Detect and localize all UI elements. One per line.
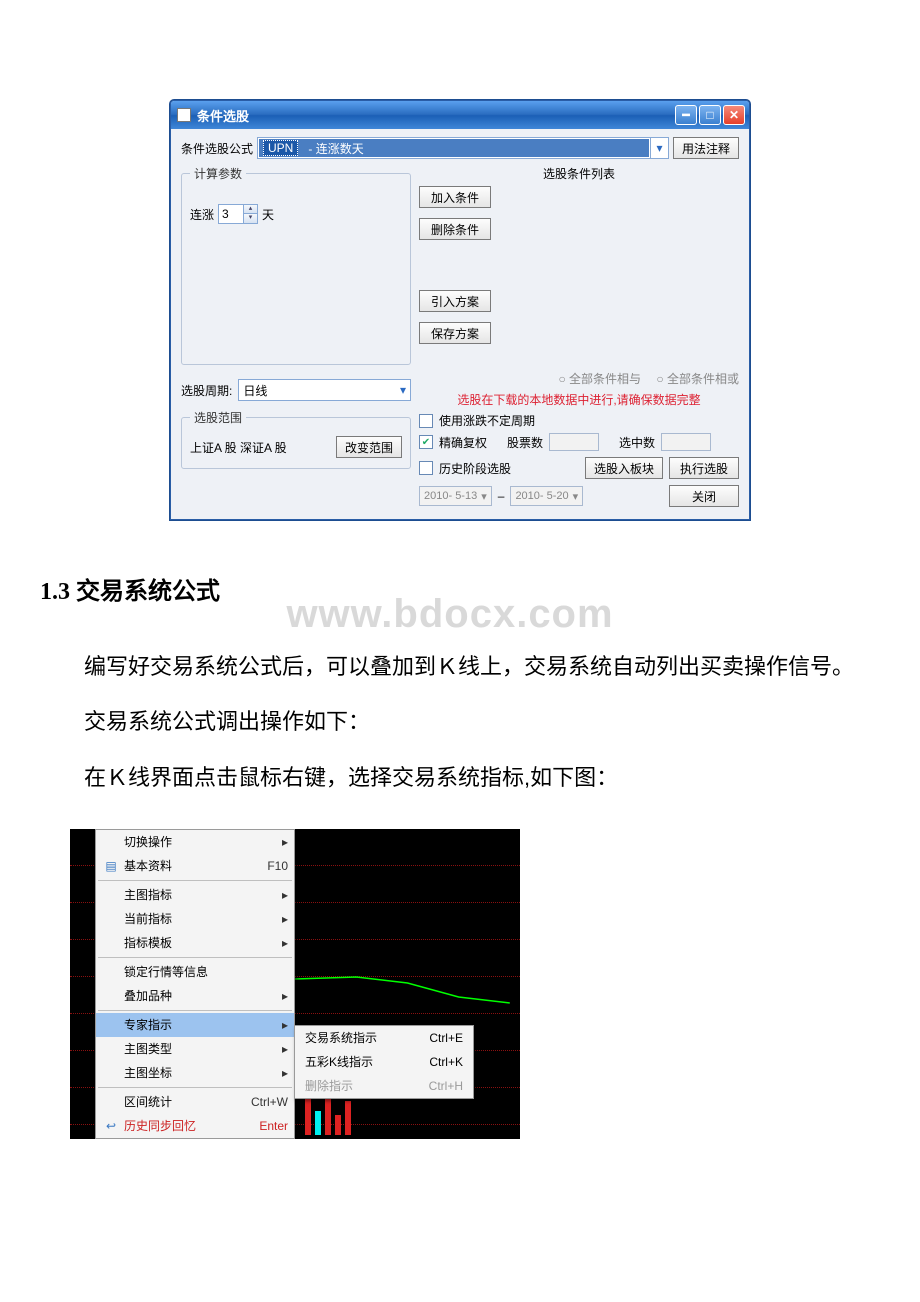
param-prefix: 连涨 xyxy=(190,206,214,223)
calc-params-legend: 计算参数 xyxy=(190,165,246,182)
change-range-button[interactable]: 改变范围 xyxy=(336,436,402,458)
submenu-item[interactable]: 交易系统指示Ctrl+E xyxy=(295,1026,473,1050)
usage-button[interactable]: 用法注释 xyxy=(673,137,739,159)
radio-or[interactable]: ○ 全部条件相或 xyxy=(656,372,739,386)
menu-item[interactable]: 主图坐标▸ xyxy=(96,1061,294,1085)
chevron-down-icon: ▾ xyxy=(573,490,579,503)
delete-condition-button[interactable]: 删除条件 xyxy=(419,218,491,240)
dialog-window: 条件选股 ━ □ ✕ 条件选股公式 UPN - 连涨数天 ▾ 用法注释 计算参数 xyxy=(170,100,750,520)
paragraph: 编写好交易系统公式后，可以叠加到Ｋ线上，交易系统自动列出买卖操作信号。 xyxy=(40,646,860,688)
selected-label: 选中数 xyxy=(619,434,655,451)
cycle-label: 使用涨跌不定周期 xyxy=(439,412,535,429)
menu-item[interactable]: ↩历史同步回忆Enter xyxy=(96,1114,294,1138)
menu-item[interactable]: 主图指标▸ xyxy=(96,883,294,907)
chevron-right-icon: ▸ xyxy=(274,1018,288,1032)
to-block-button[interactable]: 选股入板块 xyxy=(585,457,663,479)
menu-item[interactable]: 切换操作▸ xyxy=(96,830,294,854)
menu-item[interactable]: 主图类型▸ xyxy=(96,1037,294,1061)
import-plan-button[interactable]: 引入方案 xyxy=(419,290,491,312)
fuquan-label: 精确复权 xyxy=(439,434,487,451)
chevron-right-icon: ▸ xyxy=(274,1066,288,1080)
date-to[interactable]: 2010- 5-20▾ xyxy=(510,486,583,506)
submenu-item[interactable]: 五彩K线指示Ctrl+K xyxy=(295,1050,473,1074)
date-from[interactable]: 2010- 5-13▾ xyxy=(419,486,492,506)
formula-code: UPN xyxy=(263,140,298,156)
spin-up-icon[interactable]: ▴ xyxy=(243,205,257,214)
chevron-right-icon: ▸ xyxy=(274,1042,288,1056)
radio-and[interactable]: ○ 全部条件相与 xyxy=(558,372,641,386)
menu-item[interactable]: 指标模板▸ xyxy=(96,931,294,955)
condition-list-title: 选股条件列表 xyxy=(419,165,739,182)
menu-item[interactable]: 当前指标▸ xyxy=(96,907,294,931)
submenu-item: 删除指示Ctrl+H xyxy=(295,1074,473,1098)
window-title: 条件选股 xyxy=(197,106,675,125)
context-submenu[interactable]: 交易系统指示Ctrl+E五彩K线指示Ctrl+K删除指示Ctrl+H xyxy=(294,1025,474,1099)
days-input[interactable] xyxy=(219,207,243,221)
save-plan-button[interactable]: 保存方案 xyxy=(419,322,491,344)
execute-button[interactable]: 执行选股 xyxy=(669,457,739,479)
spin-down-icon[interactable]: ▾ xyxy=(243,214,257,223)
close-dialog-button[interactable]: 关闭 xyxy=(669,485,739,507)
stock-count-box xyxy=(549,433,599,451)
close-button[interactable]: ✕ xyxy=(723,105,745,125)
chevron-right-icon: ▸ xyxy=(274,989,288,1003)
param-suffix: 天 xyxy=(262,206,274,223)
minimize-button[interactable]: ━ xyxy=(675,105,697,125)
range-text: 上证A 股 深证A 股 xyxy=(190,439,287,456)
maximize-button[interactable]: □ xyxy=(699,105,721,125)
paragraph: 在Ｋ线界面点击鼠标右键，选择交易系统指标,如下图： xyxy=(40,757,860,799)
selected-box xyxy=(661,433,711,451)
chevron-right-icon: ▸ xyxy=(274,888,288,902)
stock-count-label: 股票数 xyxy=(507,434,543,451)
app-icon xyxy=(177,108,191,122)
cycle-checkbox[interactable] xyxy=(419,414,433,428)
formula-label: 条件选股公式 xyxy=(181,140,253,157)
menu-item[interactable]: 专家指示▸ xyxy=(96,1013,294,1037)
chevron-down-icon: ▾ xyxy=(481,490,487,503)
paragraph: 交易系统公式调出操作如下： xyxy=(40,701,860,743)
range-legend: 选股范围 xyxy=(190,409,246,426)
history-label: 历史阶段选股 xyxy=(439,460,511,477)
menu-item[interactable]: 叠加品种▸ xyxy=(96,984,294,1008)
days-spinner[interactable]: ▴ ▾ xyxy=(218,204,258,224)
chevron-down-icon[interactable]: ▾ xyxy=(650,138,668,158)
add-condition-button[interactable]: 加入条件 xyxy=(419,186,491,208)
context-menu[interactable]: 切换操作▸▤基本资料F10 主图指标▸当前指标▸指标模板▸ 锁定行情等信息叠加品种▸… xyxy=(95,829,295,1139)
chart-area: 切换操作▸▤基本资料F10 主图指标▸当前指标▸指标模板▸ 锁定行情等信息叠加品种▸… xyxy=(70,829,520,1139)
calc-params-group: 计算参数 连涨 ▴ ▾ 天 xyxy=(181,165,411,365)
history-checkbox[interactable] xyxy=(419,461,433,475)
formula-combo[interactable]: UPN - 连涨数天 ▾ xyxy=(257,137,669,159)
period-label: 选股周期: xyxy=(181,382,232,399)
document-body: 1.3 交易系统公式 www.bdocx.com 编写好交易系统公式后，可以叠加… xyxy=(40,570,860,799)
formula-name: - 连涨数天 xyxy=(308,140,363,157)
chevron-down-icon[interactable]: ▾ xyxy=(400,383,406,397)
range-group: 选股范围 上证A 股 深证A 股 改变范围 xyxy=(181,409,411,469)
menu-item[interactable]: 锁定行情等信息 xyxy=(96,960,294,984)
chevron-right-icon: ▸ xyxy=(274,835,288,849)
warning-text: 选股在下载的本地数据中进行,请确保数据完整 xyxy=(419,391,739,408)
menu-item[interactable]: 区间统计Ctrl+W xyxy=(96,1090,294,1114)
period-value: 日线 xyxy=(243,382,267,399)
section-heading: 1.3 交易系统公式 xyxy=(40,570,860,616)
chevron-right-icon: ▸ xyxy=(274,936,288,950)
fuquan-checkbox[interactable]: ✔ xyxy=(419,435,433,449)
chevron-right-icon: ▸ xyxy=(274,912,288,926)
menu-item[interactable]: ▤基本资料F10 xyxy=(96,854,294,878)
titlebar[interactable]: 条件选股 ━ □ ✕ xyxy=(171,101,749,129)
period-select[interactable]: 日线 ▾ xyxy=(238,379,411,401)
